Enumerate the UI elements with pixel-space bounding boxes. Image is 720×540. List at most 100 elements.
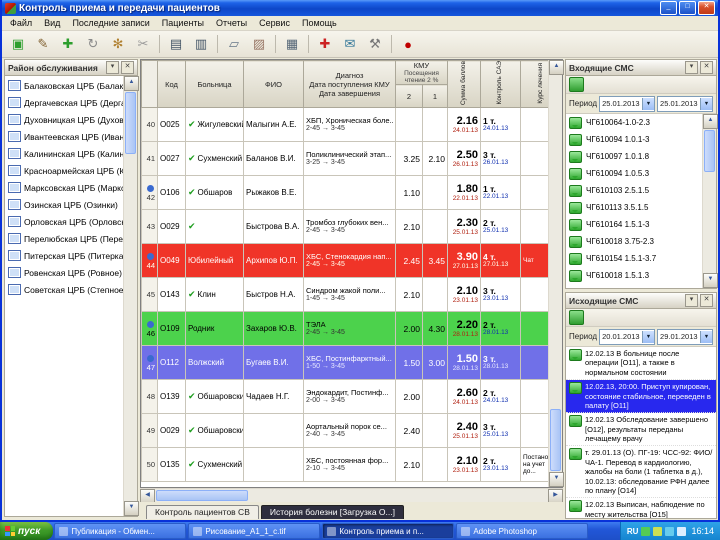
stop-icon[interactable]: ● [396, 32, 420, 56]
volume-icon[interactable] [677, 526, 687, 536]
district-item[interactable]: Питерская ЦРБ (Питерка) [5, 247, 123, 264]
language-indicator[interactable]: RU [627, 527, 639, 536]
cut-icon[interactable]: ✂ [131, 32, 155, 56]
titlebar[interactable]: Контроль приема и передачи пациентов _ □… [2, 0, 718, 16]
outgoing-sms-item[interactable]: 12.02.13, 20:00. Приступ купирован, сост… [566, 380, 716, 414]
incoming-date-to[interactable]: 25.01.2013 ▼ [657, 95, 713, 112]
table-row[interactable]: 43 О029 ✔ Быстрова В.А. Тромбоз глубоких вен… [141, 209, 548, 245]
pin-panel-icon[interactable]: ▾ [685, 61, 698, 74]
close-panel-icon[interactable]: ✕ [700, 61, 713, 74]
clock[interactable]: 16:14 [691, 526, 714, 536]
close-button[interactable]: ✕ [698, 1, 715, 15]
header-kmu1[interactable]: 1 [422, 83, 448, 109]
table-vscrollbar[interactable]: ▲ ▼ [548, 60, 564, 487]
header-diagnosis[interactable]: Диагноз Дата поступления КМУ Дата заверш… [303, 60, 396, 109]
chevron-down-icon[interactable]: ▼ [642, 330, 655, 343]
incoming-sms-item[interactable]: ЧГ610018 3.75-2.3 [566, 233, 702, 250]
table-row[interactable]: 41 О027 ✔ Сухменский Баланов В.И. Поликлиниче… [141, 141, 548, 177]
close-panel-icon[interactable]: ✕ [700, 294, 713, 307]
districts-scrollbar[interactable]: ▲ ▼ [123, 76, 139, 516]
scroll-up-icon[interactable]: ▲ [549, 60, 564, 75]
incoming-sms-item[interactable]: ЧГ610094 1.0.1-3 [566, 131, 702, 148]
district-item[interactable]: Красноармейская ЦРБ (Красноарм.) [5, 162, 123, 179]
incoming-sms-item[interactable]: ЧГ610103 2.5.1.5 [566, 182, 702, 199]
database-icon[interactable]: ▣ [6, 32, 30, 56]
table-hscrollbar[interactable]: ◀ ▶ [140, 488, 563, 504]
incoming-sms-scrollbar[interactable]: ▲ ▼ [702, 114, 718, 288]
outgoing-date-to[interactable]: 29.01.2013 ▼ [657, 328, 713, 345]
incoming-sms-item[interactable]: ЧГ610064-1.0-2.3 [566, 114, 702, 131]
table-row[interactable]: 50 О135 ✔ Сухменский ХБС, постоянная фор... 2… [141, 447, 548, 483]
menu-item[interactable]: Пациенты [156, 18, 210, 28]
header-extra[interactable]: Курс лечения [520, 60, 548, 109]
table-row[interactable]: 49О029✔Обшаровский Аортальный порок се...… [141, 413, 548, 449]
pin-panel-icon[interactable]: ▾ [106, 61, 119, 74]
district-item[interactable]: Марксовская ЦРБ (Маркс) [5, 179, 123, 196]
header-fio[interactable]: ФИО [243, 60, 304, 109]
district-item[interactable]: Духовницкая ЦРБ (Духовницкое) [5, 111, 123, 128]
wand-icon[interactable]: ✻ [106, 32, 130, 56]
district-item[interactable]: Озинская ЦРБ (Озинки) [5, 196, 123, 213]
header-hospital[interactable]: Больница [185, 60, 244, 109]
table-row[interactable]: 40 О025 ✔ Жигулевский Малыгин А.Е. ХБП, Хрони… [141, 107, 548, 143]
header-score[interactable]: Сумма баллов [447, 60, 481, 109]
scroll-up-icon[interactable]: ▲ [703, 114, 718, 129]
bottom-tab[interactable]: История болезни [Загрузка О...] [260, 505, 404, 519]
scrollbar-thumb[interactable] [156, 490, 248, 501]
print-preview-icon[interactable]: ▥ [189, 32, 213, 56]
new-sms-icon[interactable] [569, 310, 584, 325]
menu-item[interactable]: Помощь [296, 18, 343, 28]
table-row[interactable]: 47 О112 Волжский Бугаев В.И. ХБС, Постинфарк… [141, 345, 548, 381]
paste-icon[interactable]: ▨ [247, 32, 271, 56]
menu-item[interactable]: Последние записи [66, 18, 155, 28]
outgoing-sms-item[interactable]: 12.02.13 Обследование завершено [О12], р… [566, 413, 716, 447]
taskbar-button[interactable]: Adobe Photoshop [456, 523, 589, 539]
scrollbar-thumb[interactable] [125, 92, 136, 154]
district-item[interactable]: Орловская ЦРБ (Орловское) [5, 213, 123, 230]
header-code[interactable]: Код [157, 60, 186, 109]
scroll-down-icon[interactable]: ▼ [703, 273, 718, 288]
close-panel-icon[interactable]: ✕ [121, 61, 134, 74]
header-tariff[interactable]: Контроль САЭ [480, 60, 521, 109]
bottom-tab[interactable]: Контроль пациентов СВ [146, 505, 259, 519]
menu-item[interactable]: Сервис [253, 18, 296, 28]
copy-icon[interactable]: ▱ [222, 32, 246, 56]
scrollbar-thumb[interactable] [704, 130, 715, 172]
minimize-button[interactable]: _ [660, 1, 677, 15]
incoming-date-from[interactable]: 25.01.2013 ▼ [599, 95, 656, 112]
tools-icon[interactable]: ⚒ [363, 32, 387, 56]
new-sms-icon[interactable] [569, 77, 584, 92]
scroll-up-icon[interactable]: ▲ [124, 76, 139, 91]
incoming-sms-item[interactable]: ЧГ610094 1.0.5.3 [566, 165, 702, 182]
mail-icon[interactable]: ✉ [338, 32, 362, 56]
taskbar-button[interactable]: Рисование_А1_1_с.tif [188, 523, 321, 539]
table-row[interactable]: 48О139✔ОбшаровскийЧадаев Н.Г.Эндокардит,… [141, 379, 548, 415]
menu-item[interactable]: Отчеты [210, 18, 253, 28]
incoming-sms-item[interactable]: ЧГ610097 1.0.1.8 [566, 148, 702, 165]
header-row-number[interactable] [141, 60, 158, 109]
table-row[interactable]: 45 О143 ✔ Клин Быстров Н.А. Синдром жакой пол… [141, 277, 548, 313]
outgoing-sms-item[interactable]: т. 29.01.13 (О). ПГ-19: ЧСС-92: ФИО/ЧА-1… [566, 446, 716, 499]
message-notify-icon[interactable] [653, 526, 663, 536]
scrollbar-thumb[interactable] [550, 409, 561, 471]
outgoing-sms-item[interactable]: 12.02.13 Выписан, наблюдение по месту жи… [566, 498, 716, 518]
taskbar-button[interactable]: Контроль приема и п... [322, 523, 455, 539]
incoming-sms-item[interactable]: ЧГ610164 1.5.1-3 [566, 216, 702, 233]
antivirus-shield-icon[interactable] [641, 526, 651, 536]
refresh-icon[interactable]: ↻ [81, 32, 105, 56]
header-kmu2[interactable]: 2 [395, 83, 423, 109]
network-icon[interactable] [665, 526, 675, 536]
first-aid-icon[interactable]: ✚ [313, 32, 337, 56]
chevron-down-icon[interactable]: ▼ [700, 97, 712, 110]
district-item[interactable]: Дергачевская ЦРБ (Дергачи) [5, 94, 123, 111]
scroll-down-icon[interactable]: ▼ [549, 472, 564, 487]
incoming-sms-item[interactable]: ЧГ610113 3.5.1.5 [566, 199, 702, 216]
add-record-icon[interactable]: ✚ [56, 32, 80, 56]
card-view-icon[interactable]: ▦ [280, 32, 304, 56]
edit-record-icon[interactable]: ✎ [31, 32, 55, 56]
menu-item[interactable]: Файл [4, 18, 38, 28]
table-row[interactable]: 42 О106 ✔ Обшаров Рыжаков В.Е. 1.10 1.80 22.01.… [141, 175, 548, 211]
district-item[interactable]: Балаковская ЦРБ (Балаково) [5, 77, 123, 94]
pin-panel-icon[interactable]: ▾ [685, 294, 698, 307]
district-item[interactable]: Советская ЦРБ (Степное) [5, 281, 123, 298]
